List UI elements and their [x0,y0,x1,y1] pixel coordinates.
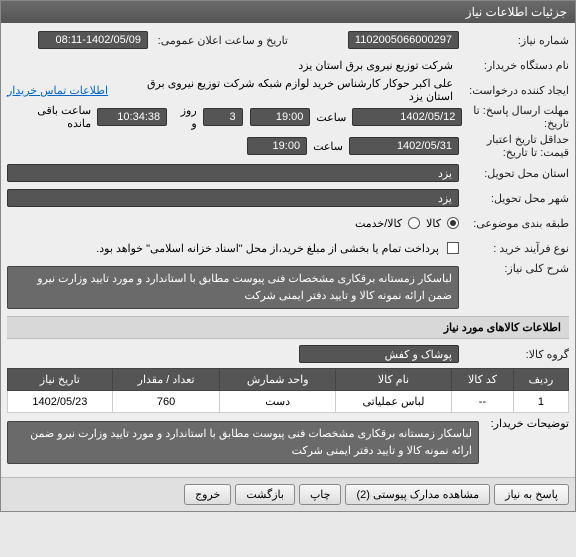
content-area: شماره نیاز: 1102005066000297 تاریخ و ساع… [1,23,575,477]
field-need-no: 1102005066000297 [348,31,459,49]
field-announce-date: 1402/05/09 - 08:11 [38,31,148,49]
section-goods-header: اطلاعات کالاهای مورد نیاز [7,316,569,339]
row-requester: ایجاد کننده درخواست: علی اکبر حوکار کارش… [7,79,569,101]
label-goods-group: گروه کالا: [459,348,569,361]
cell-code: -- [451,391,513,413]
exit-button[interactable]: خروج [184,484,231,505]
row-desc: شرح کلی نیاز: لباسکار زمستانه برقکاری مش… [7,262,569,313]
th-unit: واحد شمارش [220,369,336,391]
radio-service[interactable] [408,217,420,229]
need-details-window: جزئیات اطلاعات نیاز شماره نیاز: 11020050… [0,0,576,512]
print-button[interactable]: چاپ [299,484,342,505]
radio-group-type: کالا کالا/خدمت [355,217,459,230]
link-contact-buyer[interactable]: اطلاعات تماس خریدار [7,84,114,97]
label-budget: طبقه بندی موضوعی: [459,217,569,230]
table-row[interactable]: 1 -- لباس عملیاتی دست 760 1402/05/23 [8,391,569,413]
field-requester: علی اکبر حوکار کارشناس خرید لوازم شبکه ش… [114,81,459,99]
row-goods-group: گروه کالا: پوشاک و کفش [7,343,569,365]
radio-service-label: کالا/خدمت [355,217,402,230]
row-province: استان محل تحویل: یزد [7,162,569,184]
label-need-no: شماره نیاز: [459,34,569,47]
radio-goods[interactable] [447,217,459,229]
field-province: یزد [7,164,459,182]
label-province: استان محل تحویل: [459,167,569,180]
checkbox-treasury[interactable] [447,242,459,254]
field-buyer-notes: لباسکار زمستانه برقکاری مشخصات فنی پیوست… [7,421,479,464]
window-titlebar: جزئیات اطلاعات نیاز [1,1,575,23]
field-description: لباسکار زمستانه برقکاری مشخصات فنی پیوست… [7,266,459,309]
label-at2: ساعت [307,140,349,153]
field-goods-group: پوشاک و کفش [299,345,459,363]
label-announce: تاریخ و ساعت اعلان عمومی: [148,34,288,47]
th-name: نام کالا [335,369,451,391]
row-city: شهر محل تحویل: یزد [7,187,569,209]
th-qty: تعداد / مقدار [112,369,220,391]
cell-qty: 760 [112,391,220,413]
label-days: روز و [167,104,203,130]
label-at1: ساعت [310,111,352,124]
field-org: شرکت توزیع نیروی برق استان یزد [7,56,459,74]
field-validity-time: 19:00 [247,137,307,155]
th-row: ردیف [513,369,568,391]
th-code: کد کالا [451,369,513,391]
field-deadline-date: 1402/05/12 [352,108,462,126]
row-org: نام دستگاه خریدار: شرکت توزیع نیروی برق … [7,54,569,76]
field-days-left: 3 [203,108,243,126]
row-deadline: مهلت ارسال پاسخ: تا تاریخ: 1402/05/12 سا… [7,104,569,130]
cell-unit: دست [220,391,336,413]
th-date: تاریخ نیاز [8,369,113,391]
field-time-left: 10:34:38 [97,108,167,126]
label-city: شهر محل تحویل: [459,192,569,205]
label-validity: حداقل تاریخ اعتبار قیمت: تا تاریخ: [459,133,569,159]
radio-goods-label: کالا [426,217,441,230]
row-need-no: شماره نیاز: 1102005066000297 تاریخ و ساع… [7,29,569,51]
reply-button[interactable]: پاسخ به نیاز [494,484,569,505]
row-process: نوع فرآیند خرید : پرداخت تمام یا بخشی از… [7,237,569,259]
cell-name: لباس عملیاتی [335,391,451,413]
field-deadline-time: 19:00 [250,108,310,126]
row-budget: طبقه بندی موضوعی: کالا کالا/خدمت [7,212,569,234]
field-validity-date: 1402/05/31 [349,137,459,155]
label-process: نوع فرآیند خرید : [459,242,569,255]
label-remaining: ساعت باقی مانده [7,104,97,130]
label-deadline: مهلت ارسال پاسخ: تا تاریخ: [462,104,569,130]
label-payment-note: پرداخت تمام یا بخشی از مبلغ خرید،از محل … [96,242,443,255]
label-requester: ایجاد کننده درخواست: [459,84,569,97]
row-validity: حداقل تاریخ اعتبار قیمت: تا تاریخ: 1402/… [7,133,569,159]
row-buyer-notes: توضیحات خریدار: لباسکار زمستانه برقکاری … [7,417,569,468]
cell-date: 1402/05/23 [8,391,113,413]
attachments-button[interactable]: مشاهده مدارک پیوستی (2) [345,484,490,505]
label-buyer-notes: توضیحات خریدار: [479,417,569,430]
cell-row: 1 [513,391,568,413]
table-header-row: ردیف کد کالا نام کالا واحد شمارش تعداد /… [8,369,569,391]
label-desc: شرح کلی نیاز: [459,262,569,275]
goods-table: ردیف کد کالا نام کالا واحد شمارش تعداد /… [7,368,569,413]
field-city: یزد [7,189,459,207]
button-bar: پاسخ به نیاز مشاهده مدارک پیوستی (2) چاپ… [1,477,575,511]
back-button[interactable]: بازگشت [235,484,295,505]
label-org: نام دستگاه خریدار: [459,59,569,72]
